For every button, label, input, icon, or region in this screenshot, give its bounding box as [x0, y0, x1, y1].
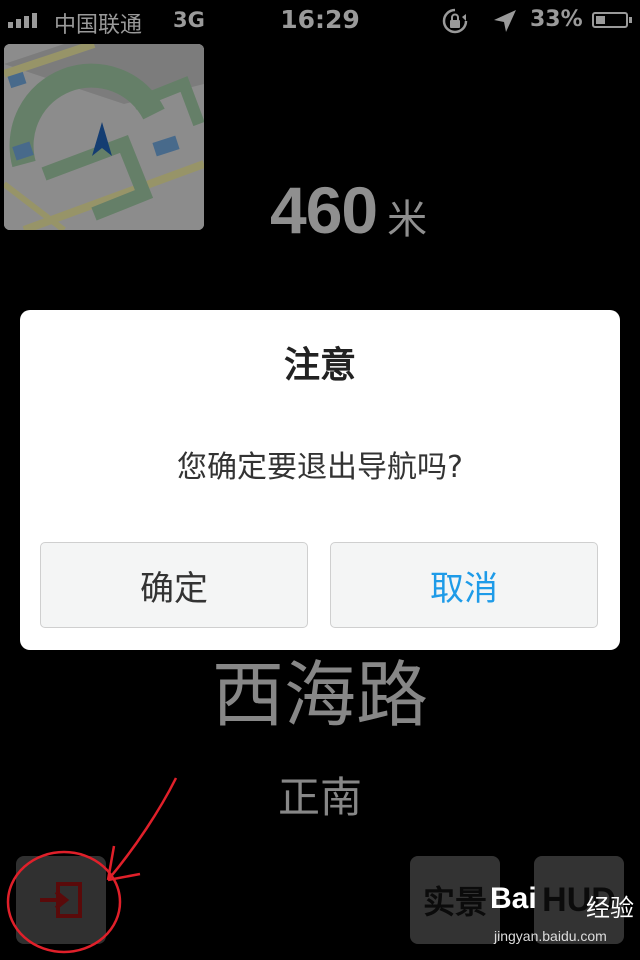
battery-percent: 33%	[530, 7, 583, 32]
exit-confirm-dialog: 注意 您确定要退出导航吗? 确定 取消	[20, 310, 620, 650]
dialog-title: 注意	[283, 345, 356, 386]
baidu-watermark: Bai 经验 jingyan.baidu.com	[490, 880, 640, 960]
confirm-button[interactable]: 确定	[40, 542, 308, 628]
status-bar: 中国联通 3G 16:29 33%	[0, 0, 640, 40]
rotation-lock-icon	[442, 8, 468, 34]
dialog-message: 您确定要退出导航吗?	[177, 450, 463, 485]
watermark-brand: Bai	[490, 882, 537, 915]
cancel-button[interactable]: 取消	[330, 542, 598, 628]
battery-icon	[592, 12, 632, 28]
watermark-brand-suffix: 经验	[586, 894, 634, 922]
watermark-url: jingyan.baidu.com	[494, 928, 607, 944]
location-arrow-icon	[494, 10, 516, 32]
